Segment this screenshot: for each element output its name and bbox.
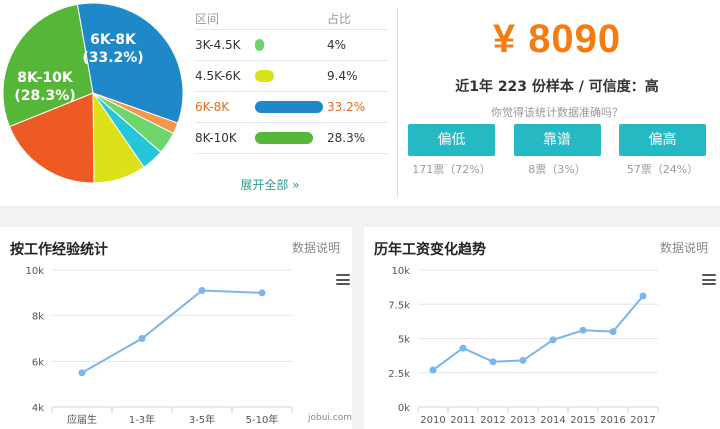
- salary-summary-section: 6K-8K (33.2%) 8K-10K (28.3%) 区间 占比 3K-4.5K 4…: [0, 0, 720, 206]
- distribution-row: 4.5K-6K 9.4%: [195, 61, 388, 92]
- divider: [397, 8, 398, 198]
- average-salary: ¥ 8090: [492, 17, 622, 61]
- pie-label-percent: (28.3%): [14, 88, 75, 104]
- x-tick-label: 2011: [450, 415, 475, 426]
- data-point[interactable]: [258, 289, 266, 297]
- distribution-row: 8K-10K 28.3%: [195, 123, 388, 154]
- share-bar: [255, 70, 275, 82]
- data-point[interactable]: [78, 369, 86, 377]
- range-label: 8K-10K: [195, 131, 237, 145]
- salary-distribution-table: 区间 占比 3K-4.5K 4% 4.5K-6K 9.4% 6K-8K 33.2% 8K-1…: [195, 8, 388, 154]
- vote-low-count: 171票（72%）: [412, 163, 491, 176]
- y-tick-label: 6k: [32, 357, 44, 368]
- range-label: 4.5K-6K: [195, 69, 241, 83]
- trend-panel: 0k 2.5k 5k 7.5k 10k 2010 2011 2012 2013 2014 2015 2…: [364, 227, 720, 429]
- data-point[interactable]: [549, 336, 557, 344]
- range-label: 3K-4.5K: [195, 38, 241, 52]
- y-tick-label: 0k: [398, 403, 410, 414]
- y-tick-label: 4k: [32, 403, 44, 414]
- salary-panel: ¥ 8090 近1年 223 份样本 / 可信度：高 你觉得该统计数据准确吗？ …: [404, 14, 710, 177]
- share-value: 28.3%: [327, 131, 366, 145]
- share-header: 占比: [327, 12, 352, 26]
- y-tick-label: 7.5k: [388, 300, 410, 311]
- menu-icon[interactable]: [336, 274, 350, 285]
- vote-accurate: 靠谱 8票（3%）: [513, 124, 601, 177]
- data-point[interactable]: [579, 326, 587, 334]
- data-point[interactable]: [138, 335, 146, 342]
- vote-low-button[interactable]: 偏低: [408, 124, 495, 156]
- experience-title: 按工作经验统计: [10, 242, 108, 258]
- distribution-row: 3K-4.5K 4%: [195, 30, 388, 61]
- expand-all-link[interactable]: 展开全部 »: [195, 176, 345, 193]
- x-tick-label: 3-5年: [189, 413, 215, 426]
- vote-high: 偏高 57票（24%）: [619, 124, 706, 177]
- x-tick-label: 2015: [570, 415, 595, 426]
- share-bar: [255, 132, 313, 144]
- x-tick-label: 2017: [630, 415, 655, 426]
- y-tick-label: 5k: [398, 335, 410, 346]
- x-tick-label: 2014: [540, 415, 565, 426]
- watermark: jobui.com: [307, 413, 352, 423]
- share-value: 4%: [327, 38, 347, 52]
- share-bar: [255, 39, 264, 51]
- menu-icon[interactable]: [702, 274, 716, 285]
- vote-group: 偏低 171票（72%） 靠谱 8票（3%） 偏高 57票（24%）: [404, 124, 710, 177]
- salary-pie-chart: 6K-8K (33.2%) 8K-10K (28.3%): [2, 2, 184, 184]
- sample-summary: 近1年 223 份样本 / 可信度：高: [455, 79, 659, 95]
- y-tick-label: 8k: [32, 312, 44, 323]
- vote-accurate-count: 8票（3%）: [528, 163, 586, 176]
- data-point[interactable]: [519, 356, 527, 364]
- table-header: 区间 占比: [195, 8, 388, 30]
- pie-label-percent: (33.2%): [82, 50, 143, 66]
- x-tick-label: 2012: [480, 415, 505, 426]
- y-tick-label: 10k: [25, 266, 44, 277]
- x-tick-label: 应届生: [67, 413, 97, 426]
- x-tick-label: 2016: [600, 415, 625, 426]
- x-tick-label: 2010: [420, 415, 445, 426]
- distribution-row: 6K-8K 33.2%: [195, 92, 388, 123]
- x-tick-label: 2013: [510, 415, 535, 426]
- experience-panel: 4k 6k 8k 10k 应届生 1-3年 3-5年 5-10年 jobui.com 按工作经验…: [0, 227, 352, 429]
- share-value: 9.4%: [327, 69, 358, 83]
- range-label: 6K-8K: [195, 100, 230, 114]
- trend-title: 历年工资变化趋势: [374, 242, 486, 258]
- share-value: 33.2%: [327, 100, 366, 114]
- data-point[interactable]: [609, 328, 617, 336]
- data-point[interactable]: [489, 358, 497, 366]
- vote-high-button[interactable]: 偏高: [619, 124, 706, 156]
- vote-high-count: 57票（24%）: [626, 163, 699, 176]
- y-tick-label: 2.5k: [388, 369, 410, 380]
- vote-accurate-button[interactable]: 靠谱: [513, 124, 601, 156]
- data-point[interactable]: [429, 366, 437, 374]
- x-tick-label: 1-3年: [129, 413, 155, 426]
- y-tick-label: 10k: [391, 266, 410, 277]
- share-bar: [255, 101, 323, 113]
- data-point[interactable]: [639, 292, 647, 300]
- series-line: [81, 289, 263, 374]
- trend-data-note-link[interactable]: 数据说明: [660, 239, 708, 256]
- experience-data-note-link[interactable]: 数据说明: [292, 239, 340, 256]
- data-point[interactable]: [459, 344, 467, 352]
- x-tick-label: 5-10年: [246, 413, 279, 426]
- pie-label: 6K-8K: [90, 32, 137, 48]
- pie-label: 8K-10K: [17, 70, 74, 86]
- range-header: 区间: [195, 12, 220, 26]
- accuracy-question: 你觉得该统计数据准确吗？: [491, 106, 623, 119]
- data-point[interactable]: [198, 287, 206, 295]
- vote-low: 偏低 171票（72%）: [408, 124, 495, 177]
